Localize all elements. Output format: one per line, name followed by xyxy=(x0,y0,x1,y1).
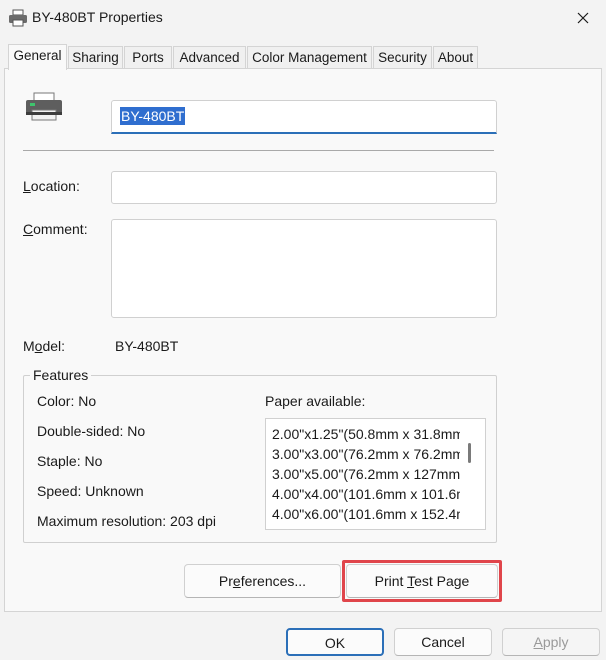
model-value: BY-480BT xyxy=(115,338,179,354)
separator xyxy=(23,150,494,151)
features-legend: Features xyxy=(30,367,92,383)
ok-button[interactable]: OK xyxy=(286,628,384,656)
preferences-button[interactable]: Preferences... xyxy=(184,564,341,598)
highlight-box xyxy=(342,560,502,602)
title-bar: BY-480BT Properties xyxy=(0,0,606,38)
tab-ports[interactable]: Ports xyxy=(124,46,172,68)
tab-about[interactable]: About xyxy=(433,46,478,68)
list-item: 3.00"x5.00"(76.2mm x 127mm) xyxy=(272,466,460,482)
window-title: BY-480BT Properties xyxy=(32,9,163,25)
location-label: Location: xyxy=(23,178,80,194)
tab-advanced[interactable]: Advanced xyxy=(173,46,246,68)
tab-security[interactable]: Security xyxy=(373,46,432,68)
printer-icon xyxy=(8,9,28,27)
comment-label: Comment: xyxy=(23,221,88,237)
tab-sharing[interactable]: Sharing xyxy=(68,46,123,68)
feature-speed: Speed: Unknown xyxy=(37,483,144,499)
close-button[interactable] xyxy=(566,4,600,32)
printer-icon xyxy=(24,92,64,125)
close-icon xyxy=(577,12,589,24)
apply-button[interactable]: Apply xyxy=(502,628,600,656)
printer-name-input[interactable]: BY-480BT xyxy=(111,100,497,134)
comment-input[interactable] xyxy=(111,219,497,318)
model-label: Model: xyxy=(23,338,66,354)
tab-color-management[interactable]: Color Management xyxy=(247,46,372,68)
feature-double-sided: Double-sided: No xyxy=(37,423,146,439)
scrollbar-thumb[interactable] xyxy=(468,443,471,463)
feature-staple: Staple: No xyxy=(37,453,103,469)
list-item: 3.00"x3.00"(76.2mm x 76.2mm) xyxy=(272,446,460,462)
list-item: 4.00"x4.00"(101.6mm x 101.6mm) xyxy=(272,486,460,502)
tab-general[interactable]: General xyxy=(8,44,67,70)
list-item: 2.00"x1.25"(50.8mm x 31.8mm) xyxy=(272,426,460,442)
paper-available-label: Paper available: xyxy=(265,393,366,409)
list-item: 4.00"x6.00"(101.6mm x 152.4mm) xyxy=(272,506,460,522)
location-input[interactable] xyxy=(111,171,497,204)
cancel-button[interactable]: Cancel xyxy=(394,628,492,656)
feature-max-resolution: Maximum resolution: 203 dpi xyxy=(37,513,216,529)
feature-color: Color: No xyxy=(37,393,97,409)
printer-name-value: BY-480BT xyxy=(120,107,186,125)
paper-list[interactable]: 2.00"x1.25"(50.8mm x 31.8mm) 3.00"x3.00"… xyxy=(265,418,486,530)
